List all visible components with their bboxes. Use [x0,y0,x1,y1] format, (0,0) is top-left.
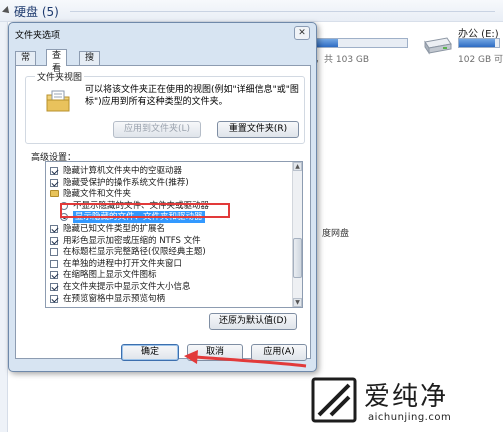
cancel-button[interactable]: 取消 [187,344,243,361]
scroll-up-icon[interactable]: ▲ [293,162,302,171]
advanced-setting-row[interactable]: 在文件夹提示中显示文件大小信息 [46,281,291,293]
explorer-left-edge [0,22,8,432]
explorer-section-header[interactable]: 硬盘 (5) [0,0,503,22]
advanced-setting-label: 隐藏文件和文件夹 [63,189,132,200]
advanced-setting-label: 在预览窗格中显示预览句柄 [63,293,166,304]
advanced-setting-row[interactable]: 用彩色显示加密或压缩的 NTFS 文件 [46,235,291,247]
tree-scrollbar[interactable]: ▲ ▼ [292,162,302,307]
hard-drive-icon[interactable] [421,36,453,56]
advanced-setting-row[interactable]: 在缩略图上显示文件图标 [46,269,291,281]
netdisk-link[interactable]: 度网盘 [322,226,349,239]
apply-button[interactable]: 应用(A) [251,344,307,361]
advanced-setting-label: 隐藏受保护的操作系统文件(推荐) [63,177,189,188]
advanced-setting-label: 在缩略图上显示文件图标 [63,270,157,281]
checkbox[interactable] [50,259,58,268]
checkbox[interactable] [50,225,58,233]
drive-size-left: ，共 103 GB [315,55,370,65]
checkbox[interactable] [50,167,58,175]
advanced-settings-tree[interactable]: ▲ ▼ 隐藏计算机文件夹中的空驱动器 隐藏受保护的操作系统文件(推荐) 隐藏文件和文… [45,161,303,308]
drive-usage-fill-right [459,39,495,47]
advanced-setting-row[interactable]: 隐藏文件和文件夹 [46,188,291,200]
advanced-setting-label: 隐藏已知文件类型的扩展名 [63,224,166,234]
folder-options-dialog: 文件夹选项 ✕ 常规 查看 搜索 文件夹视图 可以将该文件夹正在使用的视图(例如… [8,22,317,372]
section-title: 硬盘 (5) [14,5,59,19]
dialog-title: 文件夹选项 [15,31,61,41]
checkbox[interactable] [50,178,58,187]
annotation-highlight-box [60,203,230,218]
restore-defaults-button[interactable]: 还原为默认值(D) [209,313,297,330]
folder-view-icon [46,90,70,112]
advanced-setting-row[interactable]: 在预览窗格中显示预览句柄 [46,293,291,305]
drive-usage-bar-right [458,38,500,48]
tab-general[interactable]: 常规 [15,51,37,76]
advanced-setting-label: 隐藏计算机文件夹中的空驱动器 [63,166,183,176]
section-divider [70,11,495,12]
advanced-setting-label: 在文件夹提示中显示文件大小信息 [63,282,191,292]
checkbox[interactable] [50,294,58,303]
advanced-setting-label: 在单独的进程中打开文件夹窗口 [63,258,183,269]
collapse-arrow-icon[interactable] [2,6,12,16]
advanced-setting-row[interactable]: 隐藏已知文件类型的扩展名 [46,223,291,235]
checkbox[interactable] [50,248,58,257]
reset-folders-button[interactable]: 重置文件夹(R) [217,121,299,138]
tab-view[interactable]: 查看 [46,49,68,74]
checkbox[interactable] [50,283,58,291]
close-icon[interactable]: ✕ [294,26,310,40]
checkbox[interactable] [50,271,58,280]
checkbox[interactable] [50,236,58,245]
advanced-setting-row[interactable]: 在标题栏显示完整路径(仅限经典主题) [46,246,291,258]
advanced-setting-label: 用彩色显示加密或压缩的 NTFS 文件 [63,235,201,246]
folder-view-description: 可以将该文件夹正在使用的视图(例如"详细信息"或"图标")应用到所有这种类型的文… [85,85,299,107]
drive-usage-bar-left [308,38,408,48]
watermark-url: aichunjing.com [368,412,452,423]
folder-icon [50,190,59,198]
scroll-down-icon[interactable]: ▼ [293,298,302,307]
scroll-thumb[interactable] [293,238,302,278]
watermark-logo-icon [311,377,357,423]
tab-search[interactable]: 搜索 [79,51,101,76]
drive-size-right: 102 GB 可用 [458,55,503,65]
advanced-setting-label: 在标题栏显示完整路径(仅限经典主题) [63,247,206,258]
ok-button[interactable]: 确定 [121,344,179,361]
watermark-logo-text: 爱纯净 [364,382,449,412]
advanced-setting-row[interactable]: 在单独的进程中打开文件夹窗口 [46,258,291,270]
advanced-setting-row[interactable]: 隐藏受保护的操作系统文件(推荐) [46,177,291,189]
apply-to-folders-button[interactable]: 应用到文件夹(L) [113,121,201,138]
advanced-setting-row[interactable]: 隐藏计算机文件夹中的空驱动器 [46,165,291,177]
